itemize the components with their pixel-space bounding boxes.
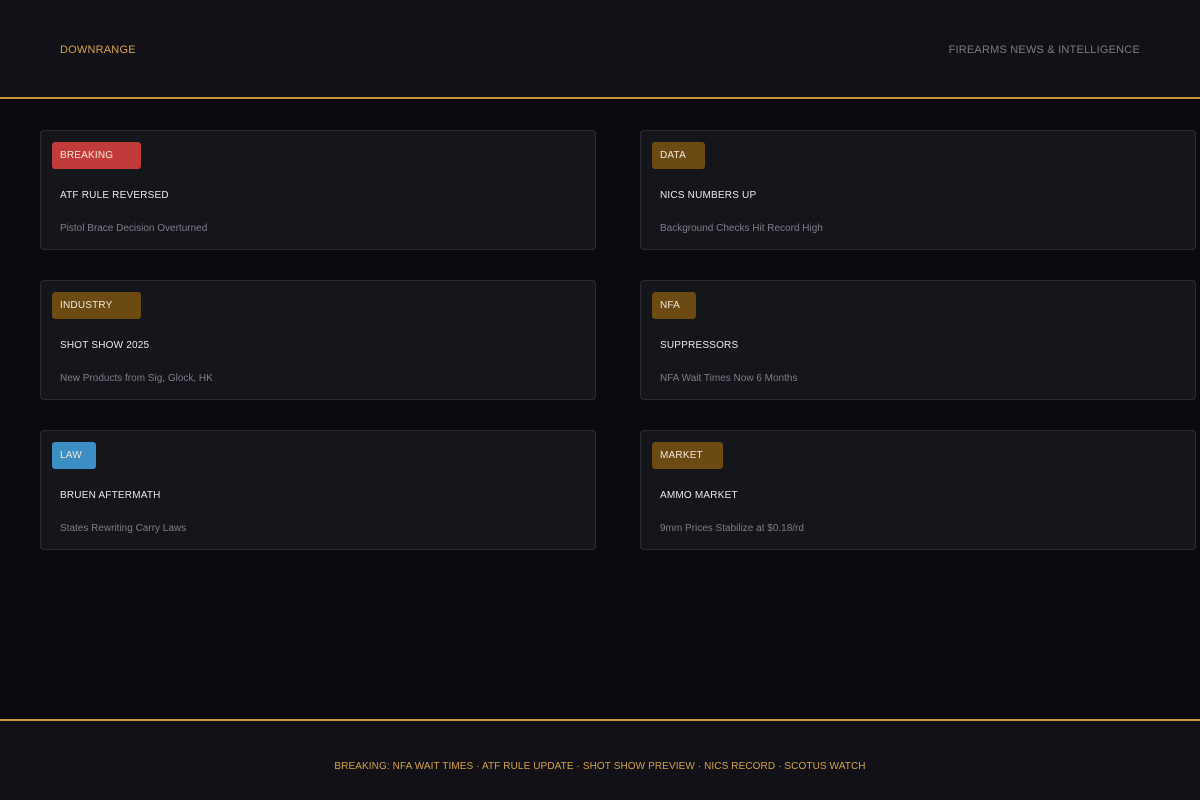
category-badge: BREAKING xyxy=(52,142,141,169)
card-subtitle: Background Checks Hit Record High xyxy=(660,223,823,234)
category-badge: MARKET xyxy=(652,442,723,469)
news-grid: BREAKING ATF RULE REVERSED Pistol Brace … xyxy=(40,130,1196,550)
news-ticker-bar: BREAKING: NFA WAIT TIMES · ATF RULE UPDA… xyxy=(0,719,1200,800)
news-card[interactable]: MARKET AMMO MARKET 9mm Prices Stabilize … xyxy=(640,430,1196,550)
category-badge: DATA xyxy=(652,142,705,169)
card-title[interactable]: BRUEN AFTERMATH xyxy=(60,490,161,502)
category-badge: LAW xyxy=(52,442,96,469)
site-logo[interactable]: DOWNRANGE xyxy=(60,44,136,56)
card-title[interactable]: SUPPRESSORS xyxy=(660,340,738,352)
card-title[interactable]: ATF RULE REVERSED xyxy=(60,190,169,202)
category-badge: NFA xyxy=(652,292,696,319)
news-ticker[interactable]: BREAKING: NFA WAIT TIMES · ATF RULE UPDA… xyxy=(0,761,1200,773)
site-header: DOWNRANGE FIREARMS NEWS & INTELLIGENCE xyxy=(0,0,1200,99)
card-subtitle: NFA Wait Times Now 6 Months xyxy=(660,373,798,384)
card-title[interactable]: NICS NUMBERS UP xyxy=(660,190,756,202)
card-subtitle: New Products from Sig, Glock, HK xyxy=(60,373,213,384)
card-subtitle: 9mm Prices Stabilize at $0.18/rd xyxy=(660,523,804,534)
site-tagline: FIREARMS NEWS & INTELLIGENCE xyxy=(948,44,1140,56)
card-title[interactable]: SHOT SHOW 2025 xyxy=(60,340,149,352)
card-title[interactable]: AMMO MARKET xyxy=(660,490,738,502)
page: DOWNRANGE FIREARMS NEWS & INTELLIGENCE B… xyxy=(0,0,1200,800)
card-subtitle: States Rewriting Carry Laws xyxy=(60,523,187,534)
card-subtitle: Pistol Brace Decision Overturned xyxy=(60,223,208,234)
category-badge: INDUSTRY xyxy=(52,292,141,319)
news-card[interactable]: LAW BRUEN AFTERMATH States Rewriting Car… xyxy=(40,430,596,550)
news-card[interactable]: BREAKING ATF RULE REVERSED Pistol Brace … xyxy=(40,130,596,250)
news-card[interactable]: NFA SUPPRESSORS NFA Wait Times Now 6 Mon… xyxy=(640,280,1196,400)
news-card[interactable]: INDUSTRY SHOT SHOW 2025 New Products fro… xyxy=(40,280,596,400)
news-card[interactable]: DATA NICS NUMBERS UP Background Checks H… xyxy=(640,130,1196,250)
